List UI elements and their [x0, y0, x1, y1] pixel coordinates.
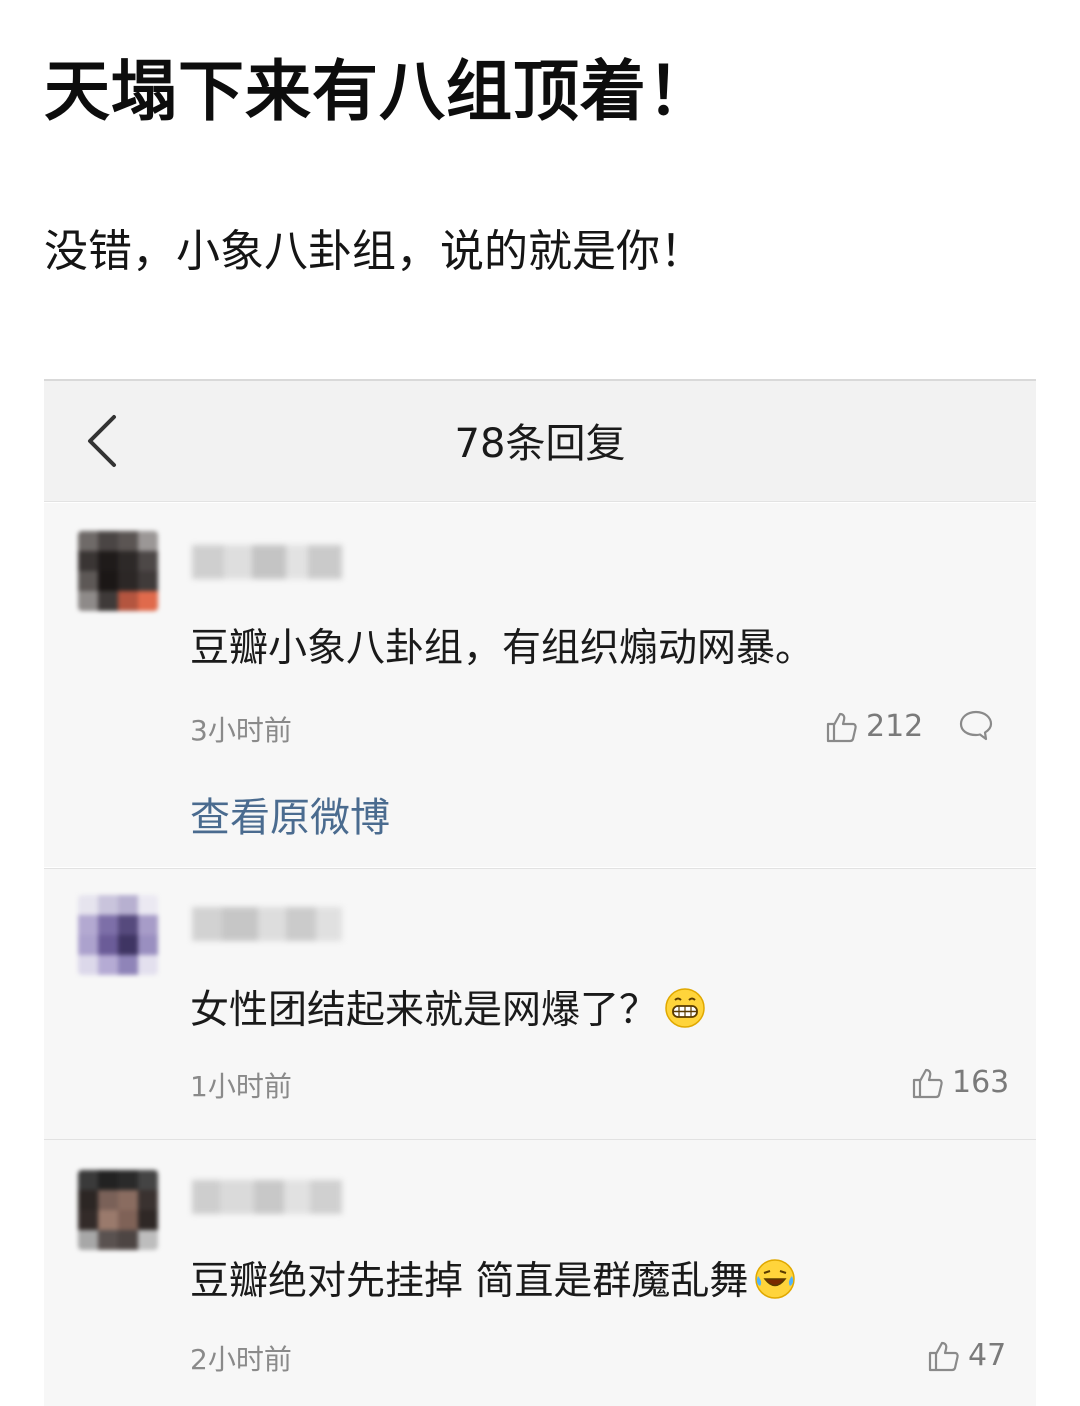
grinning-face-emoji	[664, 987, 706, 1039]
comment-time: 2小时前	[190, 1343, 292, 1376]
like-count: 47	[968, 1338, 1007, 1373]
like-count: 212	[866, 709, 924, 744]
username-redacted[interactable]	[192, 907, 342, 941]
comment-item: 豆瓣绝对先挂掉 简直是群魔乱舞 2小时前 47	[44, 1139, 1036, 1406]
reply-button[interactable]	[958, 709, 994, 747]
like-button[interactable]: 47	[926, 1338, 1006, 1373]
avatar[interactable]	[78, 531, 158, 611]
replies-title: 78条回复	[454, 421, 626, 467]
comment-time: 1小时前	[190, 1070, 292, 1103]
thumbs-up-icon	[928, 1341, 959, 1371]
comment-text: 豆瓣绝对先挂掉 简直是群魔乱舞	[190, 1250, 796, 1310]
thumbs-up-icon	[912, 1068, 943, 1098]
reply-bubble-icon	[959, 710, 993, 741]
view-original-weibo-link[interactable]: 查看原微博	[190, 785, 390, 843]
comment-text: 女性团结起来就是网爆了？	[190, 979, 706, 1039]
article-headline: 天塌下来有八组顶着！	[44, 53, 714, 130]
replies-header: 78条回复	[44, 381, 1036, 502]
laughing-tears-emoji	[754, 1258, 796, 1310]
embedded-screenshot: 78条回复 豆瓣小象八卦组，有组织煽动网暴。 3小时前 212 查看原微博 女性…	[44, 379, 1036, 1406]
like-button[interactable]: 212	[824, 709, 923, 744]
avatar[interactable]	[78, 895, 158, 975]
comment-time: 3小时前	[190, 714, 292, 747]
username-redacted[interactable]	[192, 545, 342, 579]
comment-item: 女性团结起来就是网爆了？ 1小时前 163	[44, 868, 1036, 1139]
comment-text-body: 豆瓣绝对先挂掉 简直是群魔乱舞	[190, 1259, 749, 1304]
comment-item: 豆瓣小象八卦组，有组织煽动网暴。 3小时前 212 查看原微博	[44, 503, 1036, 867]
thumbs-up-icon	[826, 712, 857, 742]
comment-text-body: 女性团结起来就是网爆了？	[190, 988, 659, 1033]
like-count: 163	[952, 1065, 1010, 1100]
comment-text: 豆瓣小象八卦组，有组织煽动网暴。	[190, 626, 815, 671]
username-redacted[interactable]	[192, 1180, 342, 1214]
like-button[interactable]: 163	[910, 1065, 1009, 1100]
avatar[interactable]	[78, 1170, 158, 1250]
article-subline: 没错，小象八卦组，说的就是你！	[44, 226, 704, 277]
